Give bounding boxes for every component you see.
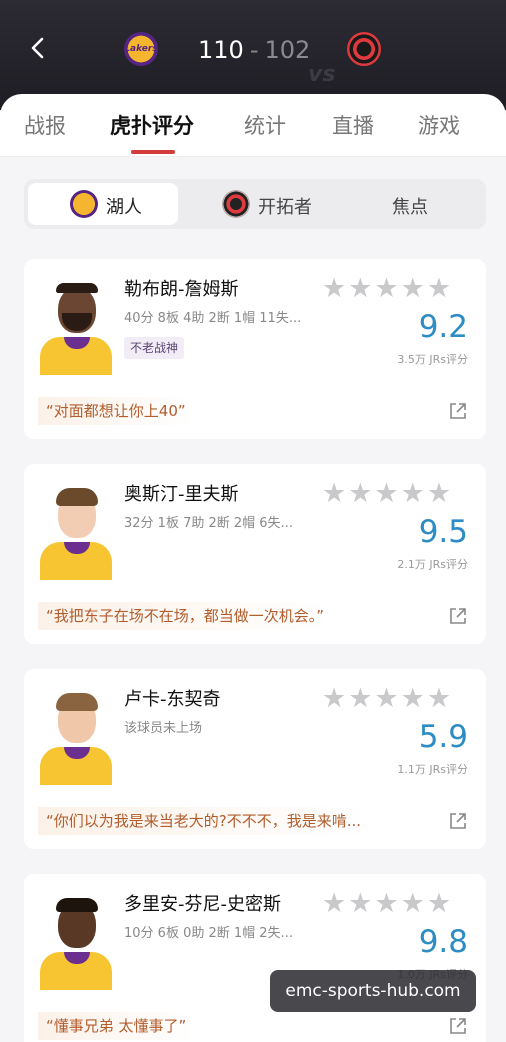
player-stats: 32分 1板 7助 2断 2帽 6失...	[124, 516, 293, 531]
rating-count: 3.5万 JRs评分	[397, 353, 468, 366]
share-icon[interactable]	[448, 811, 468, 831]
home-score: 110	[198, 36, 244, 64]
active-tab-indicator	[131, 150, 175, 154]
segment-label: 焦点	[392, 197, 428, 218]
vs-watermark: vs	[308, 62, 336, 87]
player-avatar	[38, 281, 114, 375]
player-rating-score: 5.9	[418, 719, 468, 755]
segment-lakers[interactable]: 湖人	[28, 183, 178, 225]
player-tag-badge: 不老战神	[124, 337, 185, 359]
player-avatar	[38, 896, 114, 990]
player-avatar	[38, 486, 114, 580]
score-separator: -	[249, 36, 259, 64]
tab-report[interactable]: 战报	[24, 110, 66, 140]
rating-count: 1.1万 JRs评分	[397, 763, 468, 776]
tab-live[interactable]: 直播	[332, 110, 374, 140]
lakers-logo-icon: Lakers	[124, 32, 158, 66]
blazers-logo-icon	[222, 190, 250, 218]
away-score: 102	[264, 36, 311, 64]
share-icon[interactable]	[448, 401, 468, 421]
player-name: 勒布朗-詹姆斯	[124, 279, 239, 300]
top-comment[interactable]: “你们以为我是来当老大的?不不不，我是来啃...	[38, 807, 370, 835]
player-rating-score: 9.2	[418, 309, 468, 345]
top-comment[interactable]: “懂事兄弟 太懂事了”	[38, 1012, 195, 1040]
player-stats: 40分 8板 4助 2断 1帽 11失...	[124, 311, 302, 326]
player-rating-score: 9.8	[418, 924, 468, 960]
player-card[interactable]: 勒布朗-詹姆斯 40分 8板 4助 2断 1帽 11失... 不老战神 ★★★★…	[24, 259, 486, 439]
main-panel: 战报 虎扑评分 统计 直播 游戏 湖人 开拓者 焦点 勒布朗-詹姆斯 40分 8…	[0, 94, 506, 1042]
tab-stats[interactable]: 统计	[244, 110, 286, 140]
player-name: 奥斯汀-里夫斯	[124, 484, 239, 505]
player-name: 卢卡-东契奇	[124, 689, 221, 710]
back-arrow-icon[interactable]	[24, 34, 52, 62]
player-card[interactable]: 多里安-芬尼-史密斯 10分 6板 0助 2断 1帽 2失... ★★★★★ 9…	[24, 874, 486, 1042]
rating-count: 2.1万 JRs评分	[397, 558, 468, 571]
segment-label: 湖人	[106, 197, 142, 218]
segment-focus[interactable]: 焦点	[332, 183, 482, 225]
top-comment[interactable]: “我把东子在场不在场，都当做一次机会。”	[38, 602, 333, 630]
segment-blazers[interactable]: 开拓者	[180, 183, 330, 225]
star-rating-input[interactable]: ★★★★★	[322, 273, 453, 304]
blazers-logo-icon	[347, 32, 381, 66]
player-stats: 该球员未上场	[124, 721, 203, 736]
top-comment[interactable]: “对面都想让你上40”	[38, 397, 194, 425]
lakers-logo-text: Lakers	[124, 44, 158, 54]
star-rating-input[interactable]: ★★★★★	[322, 683, 453, 714]
player-card[interactable]: 奥斯汀-里夫斯 32分 1板 7助 2断 2帽 6失... ★★★★★ 9.5 …	[24, 464, 486, 644]
share-icon[interactable]	[448, 1016, 468, 1036]
lakers-logo-icon	[70, 190, 98, 218]
tab-hupu-rating[interactable]: 虎扑评分	[110, 110, 194, 140]
rating-content: 湖人 开拓者 焦点 勒布朗-詹姆斯 40分 8板 4助 2断 1帽 11失...…	[0, 157, 506, 1042]
star-rating-input[interactable]: ★★★★★	[322, 478, 453, 509]
player-rating-score: 9.5	[418, 514, 468, 550]
tab-bar: 战报 虎扑评分 统计 直播 游戏	[0, 94, 506, 156]
team-segmented-control: 湖人 开拓者 焦点	[24, 179, 486, 229]
segment-label: 开拓者	[258, 197, 312, 218]
player-name: 多里安-芬尼-史密斯	[124, 894, 281, 915]
player-card[interactable]: 卢卡-东契奇 该球员未上场 ★★★★★ 5.9 1.1万 JRs评分 “你们以为…	[24, 669, 486, 849]
tab-games[interactable]: 游戏	[418, 110, 460, 140]
player-stats: 10分 6板 0助 2断 1帽 2失...	[124, 926, 293, 941]
site-watermark: emc-sports-hub.com	[270, 970, 476, 1012]
star-rating-input[interactable]: ★★★★★	[322, 888, 453, 919]
share-icon[interactable]	[448, 606, 468, 626]
player-avatar	[38, 691, 114, 785]
